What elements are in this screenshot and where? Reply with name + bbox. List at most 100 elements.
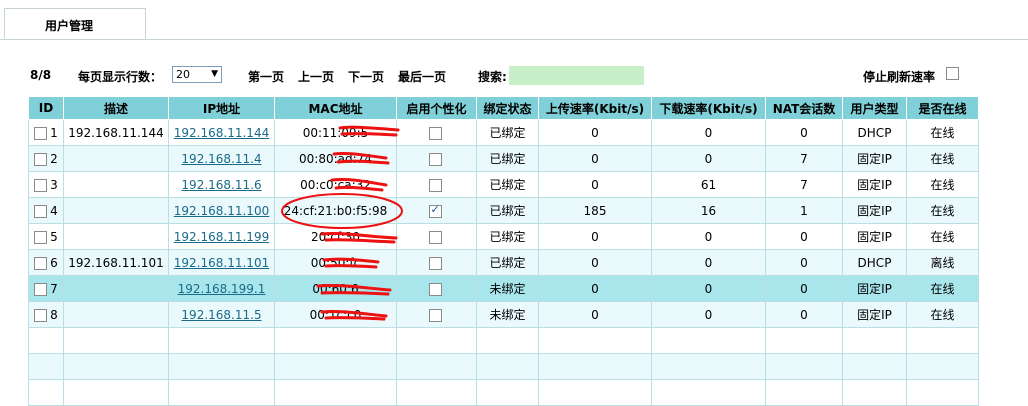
row-select-checkbox[interactable]: [34, 204, 48, 218]
table-row[interactable]: 6 192.168.11.101 192.168.11.101 00:50:fc 已绑定…: [28, 249, 979, 276]
ip-address-link[interactable]: 192.168.11.6: [181, 178, 261, 192]
row-online-status: 在线: [906, 301, 979, 328]
empty-cell: [765, 379, 843, 406]
row-select-checkbox[interactable]: [34, 126, 48, 140]
table-row[interactable]: 3 192.168.11.6 00:c0:ca:32 已绑定 0 61 7 固定IP 在线: [28, 171, 979, 198]
row-user-type: DHCP: [842, 119, 907, 146]
row-description: [63, 301, 169, 328]
table-row[interactable]: 4 192.168.11.100 24:cf:21:b0:f5:98 已绑定18516…: [28, 197, 979, 224]
enable-custom-checkbox[interactable]: [428, 230, 442, 244]
row-id: 6: [50, 255, 58, 270]
row-nat-sessions: 0: [765, 301, 843, 328]
row-custom-cell: [396, 223, 477, 250]
row-download-rate: 16: [651, 197, 766, 224]
row-id: 1: [50, 125, 58, 140]
ip-address-link[interactable]: 192.168.199.1: [178, 282, 266, 296]
empty-cell: [168, 379, 275, 406]
column-header: IP地址: [168, 96, 275, 120]
enable-custom-checkbox[interactable]: [428, 203, 442, 218]
row-ip-cell: 192.168.11.199: [168, 223, 275, 250]
table-row[interactable]: 5 192.168.11.199 20:cf:30 已绑定 0 0 0 固定IP 在线: [28, 223, 979, 250]
ip-address-link[interactable]: 192.168.11.100: [174, 204, 269, 218]
row-ip-cell: 192.168.11.5: [168, 301, 275, 328]
row-id: 3: [50, 177, 58, 192]
row-ip-cell: 192.168.11.144: [168, 119, 275, 146]
row-bind-status: 已绑定: [476, 171, 539, 198]
ip-address-link[interactable]: 192.168.11.144: [174, 126, 269, 140]
enable-custom-checkbox[interactable]: [428, 152, 442, 166]
row-bind-status: 未绑定: [476, 275, 539, 302]
table-row[interactable]: 1 192.168.11.144 192.168.11.144 00:11:09:5 已…: [28, 119, 979, 146]
row-nat-sessions: 0: [765, 275, 843, 302]
row-select-checkbox[interactable]: [34, 256, 48, 270]
last-page-link[interactable]: 最后一页: [398, 68, 446, 85]
row-select-checkbox[interactable]: [34, 178, 48, 192]
enable-custom-checkbox[interactable]: [428, 126, 442, 140]
empty-cell: [274, 353, 397, 380]
column-header: 下载速率(Kbit/s): [651, 96, 766, 120]
ip-address-link[interactable]: 192.168.11.101: [174, 256, 269, 270]
empty-cell: [396, 353, 477, 380]
row-nat-sessions: 0: [765, 223, 843, 250]
enable-custom-checkbox[interactable]: [428, 178, 442, 192]
row-select-checkbox[interactable]: [34, 308, 48, 322]
empty-cell: [63, 353, 169, 380]
rows-per-page-select[interactable]: 20 ▼: [172, 66, 222, 83]
row-id-cell: 6: [28, 249, 64, 276]
empty-cell: [906, 379, 979, 406]
prev-page-link[interactable]: 上一页: [298, 68, 334, 85]
row-bind-status: 已绑定: [476, 197, 539, 224]
row-nat-sessions: 0: [765, 249, 843, 276]
empty-cell: [396, 327, 477, 354]
row-upload-rate: 0: [538, 301, 652, 328]
row-nat-sessions: 0: [765, 119, 843, 146]
first-page-link[interactable]: 第一页: [248, 68, 284, 85]
row-custom-cell: [396, 249, 477, 276]
row-select-checkbox[interactable]: [34, 152, 48, 166]
row-mac: 00:11:09:5: [274, 119, 397, 146]
row-id-cell: 4: [28, 197, 64, 224]
stop-refresh-checkbox[interactable]: [946, 67, 959, 80]
table-row[interactable]: 2 192.168.11.4 00:80:ad:74 已绑定 0 0 7 固定IP 在线: [28, 145, 979, 172]
row-id-cell: 1: [28, 119, 64, 146]
row-user-type: 固定IP: [842, 301, 907, 328]
table-row[interactable]: 8 192.168.11.5 00:1c:c0 未绑定 0 0 0 固定IP 在线: [28, 301, 979, 328]
ip-address-link[interactable]: 192.168.11.4: [181, 152, 261, 166]
empty-cell: [842, 327, 907, 354]
empty-cell: [765, 353, 843, 380]
row-mac: 20:cf:30: [274, 223, 397, 250]
row-online-status: 在线: [906, 197, 979, 224]
row-upload-rate: 0: [538, 223, 652, 250]
row-user-type: DHCP: [842, 249, 907, 276]
row-bind-status: 未绑定: [476, 301, 539, 328]
row-id-cell: 8: [28, 301, 64, 328]
table-row[interactable]: 7 192.168.199.1 00:60:6 未绑定 0 0 0 固定IP 在线: [28, 275, 979, 302]
row-ip-cell: 192.168.11.4: [168, 145, 275, 172]
next-page-link[interactable]: 下一页: [348, 68, 384, 85]
row-mac: 00:60:6: [274, 275, 397, 302]
row-description: 192.168.11.101: [63, 249, 169, 276]
row-upload-rate: 0: [538, 249, 652, 276]
row-select-checkbox[interactable]: [34, 230, 48, 244]
row-nat-sessions: 7: [765, 145, 843, 172]
empty-cell: [28, 353, 64, 380]
row-select-checkbox[interactable]: [34, 282, 48, 296]
row-ip-cell: 192.168.11.101: [168, 249, 275, 276]
empty-cell: [63, 327, 169, 354]
enable-custom-checkbox[interactable]: [428, 308, 442, 322]
ip-address-link[interactable]: 192.168.11.199: [174, 230, 269, 244]
enable-custom-checkbox[interactable]: [428, 256, 442, 270]
table-header-row: ID 描述 IP地址 MAC地址 启用个性化 绑定状态 上传速率(Kbit/s) 下载速率(K…: [28, 96, 979, 120]
row-id: 7: [50, 281, 58, 296]
empty-cell: [765, 327, 843, 354]
row-id-cell: 5: [28, 223, 64, 250]
row-download-rate: 0: [651, 275, 766, 302]
empty-cell: [651, 353, 766, 380]
empty-cell: [168, 327, 275, 354]
row-id: 2: [50, 151, 58, 166]
ip-address-link[interactable]: 192.168.11.5: [181, 308, 261, 322]
enable-custom-checkbox[interactable]: [428, 282, 442, 296]
tab-user-management[interactable]: 用户管理: [4, 8, 146, 39]
search-input[interactable]: [509, 66, 644, 85]
column-header: 启用个性化: [396, 96, 477, 120]
